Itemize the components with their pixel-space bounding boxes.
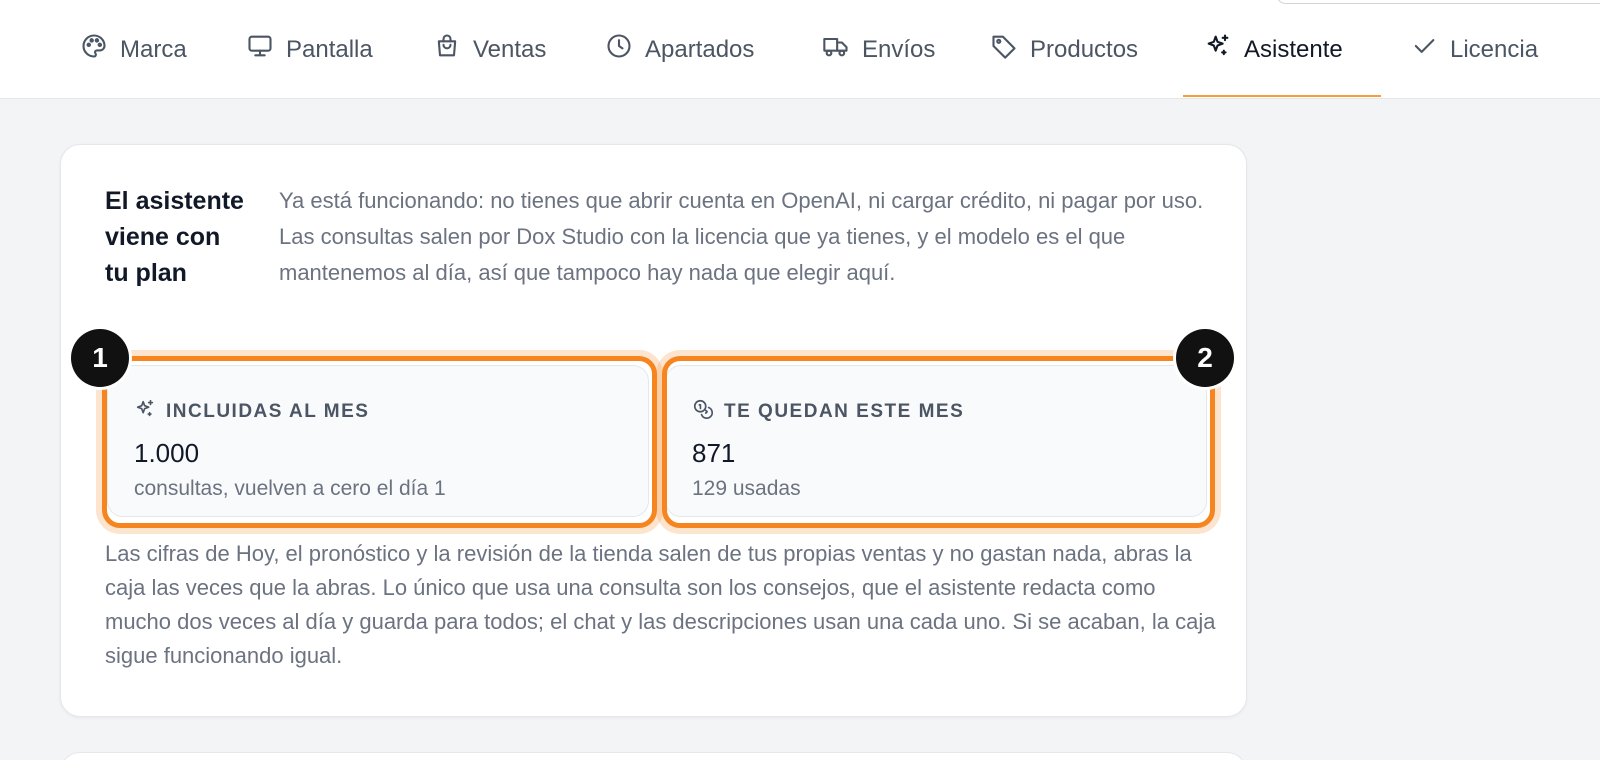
tab-label: Apartados: [645, 35, 755, 63]
stat-label: INCLUIDAS AL MES: [166, 401, 370, 422]
tab-label: Pantalla: [286, 35, 373, 63]
active-tab-indicator: [1183, 95, 1381, 97]
tag-icon: [990, 32, 1018, 67]
tab-label: Marca: [120, 35, 187, 63]
stat-value: 1.000: [134, 438, 200, 468]
tab-label: Asistente: [1244, 35, 1343, 63]
tab-licencia[interactable]: Licencia: [1410, 0, 1538, 99]
tab-label: Ventas: [473, 35, 547, 63]
card-lead-text: Ya está funcionando: no tienes que abrir…: [279, 188, 1204, 285]
assistant-plan-card: El asistente viene con tu plan Ya está f…: [60, 144, 1247, 717]
annotation-marker-1: 1: [71, 329, 129, 387]
clock-icon: [605, 32, 633, 67]
tab-apartados[interactable]: Apartados: [605, 0, 754, 99]
truck-icon: [822, 32, 850, 67]
settings-tabs: Marca Pantalla Ventas Apartados Envíos P…: [0, 0, 1600, 99]
stat-value: 871: [692, 438, 736, 468]
sparkles-icon: [134, 398, 156, 426]
check-icon: [1410, 32, 1438, 67]
stat-included-monthly: INCLUIDAS AL MES 1.000 consultas, vuelve…: [107, 365, 649, 517]
palette-icon: [80, 32, 108, 67]
tab-asistente[interactable]: Asistente: [1204, 0, 1343, 99]
card-footnote: Las cifras de Hoy, el pronóstico y la re…: [105, 541, 1216, 668]
stat-subtext: consultas, vuelven a cero el día 1: [134, 477, 446, 500]
tab-label: Envíos: [862, 35, 936, 63]
tab-pantalla[interactable]: Pantalla: [246, 0, 373, 99]
stat-remaining-this-month: TE QUEDAN ESTE MES 871 129 usadas: [665, 365, 1207, 517]
stat-header: INCLUIDAS AL MES: [134, 398, 369, 426]
annotation-marker-2: 2: [1176, 329, 1234, 387]
next-settings-card: [60, 752, 1247, 760]
coins-icon: [692, 398, 714, 426]
tab-marca[interactable]: Marca: [80, 0, 187, 99]
settings-nav-bar: Marca Pantalla Ventas Apartados Envíos P…: [0, 0, 1600, 99]
tab-productos[interactable]: Productos: [990, 0, 1138, 99]
tab-envios[interactable]: Envíos: [822, 0, 935, 99]
monitor-icon: [246, 32, 274, 67]
sparkles-icon: [1204, 32, 1232, 67]
stat-subtext: 129 usadas: [692, 477, 801, 500]
tab-label: Productos: [1030, 35, 1139, 63]
card-title: El asistente viene con tu plan: [105, 187, 244, 287]
tab-ventas[interactable]: Ventas: [433, 0, 546, 99]
shopping-bag-icon: [433, 32, 461, 67]
stat-label: TE QUEDAN ESTE MES: [724, 401, 965, 422]
stat-header: TE QUEDAN ESTE MES: [692, 398, 964, 426]
tab-label: Licencia: [1450, 35, 1539, 63]
